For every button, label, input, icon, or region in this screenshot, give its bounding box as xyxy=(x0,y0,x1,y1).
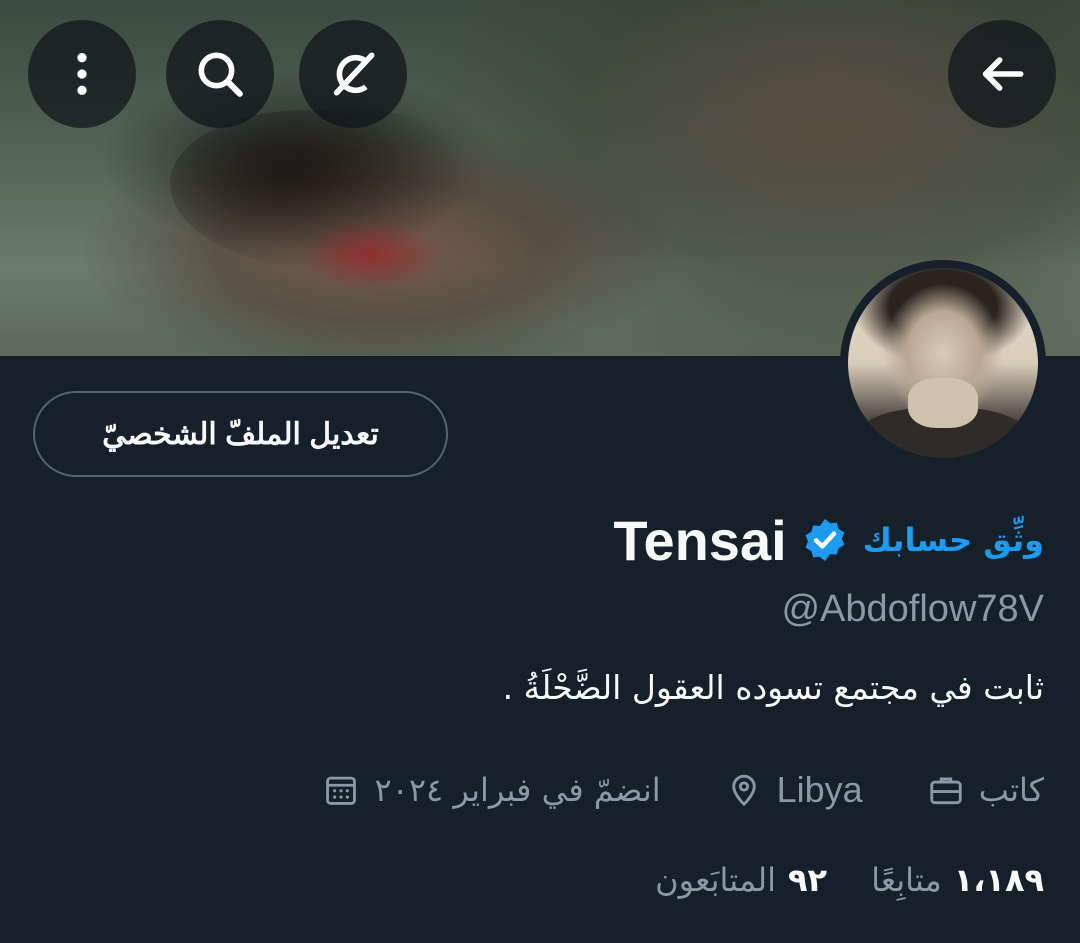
location-text: Libya xyxy=(776,769,863,810)
profile-name-row: وثِّق حسابك Tensai xyxy=(613,500,1044,580)
calendar-icon xyxy=(326,776,357,805)
search-button[interactable] xyxy=(166,20,274,128)
following-count: ٩٢ xyxy=(788,861,828,899)
location-item: Libya xyxy=(725,769,863,811)
grok-button[interactable] xyxy=(299,20,407,128)
avatar-image xyxy=(848,268,1038,458)
grok-icon xyxy=(333,52,375,96)
search-icon xyxy=(198,52,243,97)
profile-meta-row: كاتب Libya انضمّ في فبراير ٢٠٢٤ xyxy=(322,762,1044,818)
profile-handle: @Abdoflow78V xyxy=(781,588,1044,630)
profession-text: كاتب xyxy=(978,771,1044,809)
joined-item: انضمّ في فبراير ٢٠٢٤ xyxy=(322,771,661,809)
location-pin-icon xyxy=(731,774,756,807)
arrow-left-icon xyxy=(982,57,1024,91)
followers-count: ١،١٨٩ xyxy=(953,861,1044,899)
edit-profile-button[interactable]: تعديل الملفّ الشخصيّ xyxy=(33,391,448,477)
followers-label: متابِعًا xyxy=(871,861,942,899)
follow-stats-row: ٩٢ المتابَعون ١،١٨٩ متابِعًا xyxy=(655,852,1044,908)
following-label: المتابَعون xyxy=(655,861,777,899)
joined-text: انضمّ في فبراير ٢٠٢٤ xyxy=(374,771,661,809)
followers-stat[interactable]: ١،١٨٩ متابِعًا xyxy=(871,861,1044,899)
profile-bio: ثابت في مجتمع تسوده العقول الضَّحْلَةُ . xyxy=(502,668,1044,707)
verified-badge-icon[interactable] xyxy=(801,516,849,564)
more-button[interactable] xyxy=(28,20,136,128)
following-stat[interactable]: ٩٢ المتابَعون xyxy=(655,861,827,899)
banner-image-detail xyxy=(300,220,440,290)
avatar-hands xyxy=(908,378,978,428)
more-vertical-icon xyxy=(77,53,87,95)
verify-account-link[interactable]: وثِّق حسابك xyxy=(863,521,1044,559)
profession-item: كاتب xyxy=(927,771,1044,809)
display-name: Tensai xyxy=(613,508,787,572)
briefcase-icon xyxy=(930,777,962,805)
back-button[interactable] xyxy=(948,20,1056,128)
avatar[interactable] xyxy=(840,260,1046,466)
